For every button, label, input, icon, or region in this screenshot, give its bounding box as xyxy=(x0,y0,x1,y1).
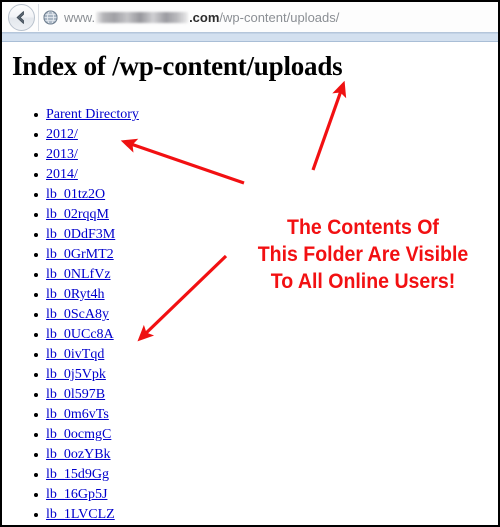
list-item: lb_0ScA8y xyxy=(30,305,139,325)
annotation-line-1: The Contents Of xyxy=(287,216,439,239)
page-title: Index of /wp-content/uploads xyxy=(12,51,343,81)
list-item: lb_16Gp5J xyxy=(30,485,139,505)
file-link[interactable]: lb_15d9Gg xyxy=(46,467,109,482)
list-item: lb_01tz2O xyxy=(30,185,139,205)
list-item: lb_0GrMT2 xyxy=(30,245,139,265)
list-item: 2013/ xyxy=(30,145,139,165)
list-item: lb_0UCc8A xyxy=(30,325,139,345)
annotation-text: The Contents Of This Folder Are Visible … xyxy=(243,214,483,295)
file-link[interactable]: lb_0ivTqd xyxy=(46,347,104,362)
list-item: lb_0l597B xyxy=(30,385,139,405)
list-item: lb_15d9Gg xyxy=(30,465,139,485)
arrow-to-file-links xyxy=(137,254,228,342)
url-host-redacted xyxy=(96,12,189,23)
list-item: 2014/ xyxy=(30,165,139,185)
back-button[interactable] xyxy=(8,4,35,31)
file-link[interactable]: lb_0ScA8y xyxy=(46,307,109,322)
list-item: lb_02rqqM xyxy=(30,205,139,225)
list-item: lb_0m6vTs xyxy=(30,405,139,425)
file-link[interactable]: lb_0l597B xyxy=(46,387,105,402)
file-link[interactable]: lb_0m6vTs xyxy=(46,407,109,422)
directory-listing: Parent Directory 2012/ 2013/ 2014/ lb_01… xyxy=(30,105,139,525)
arrow-to-year-folders xyxy=(120,138,245,185)
browser-screenshot: www. .com/wp-content/uploads/ Index of /w… xyxy=(0,0,500,527)
arrow-to-title xyxy=(311,80,347,171)
file-link[interactable]: lb_0NLfVz xyxy=(46,267,111,282)
arrow-left-icon xyxy=(16,11,24,24)
url-prefix: www. xyxy=(64,10,96,25)
file-link[interactable]: lb_0GrMT2 xyxy=(46,247,114,262)
address-bar-divider xyxy=(38,4,39,31)
file-link[interactable]: lb_01tz2O xyxy=(46,187,105,202)
list-item: lb_0ocmgC xyxy=(30,425,139,445)
url-text[interactable]: www. .com/wp-content/uploads/ xyxy=(64,9,339,27)
list-item: Parent Directory xyxy=(30,105,139,125)
file-link[interactable]: lb_16Gp5J xyxy=(46,487,107,502)
file-link[interactable]: lb_0UCc8A xyxy=(46,327,114,342)
directory-link[interactable]: 2014/ xyxy=(46,167,78,182)
url-path: /wp-content/uploads/ xyxy=(219,10,340,25)
address-bar[interactable]: www. .com/wp-content/uploads/ xyxy=(2,2,498,33)
toolbar-strip xyxy=(2,33,498,42)
list-item: lb_1LVCLZ xyxy=(30,505,139,525)
globe-icon xyxy=(43,10,58,25)
file-link[interactable]: lb_0DdF3M xyxy=(46,227,115,242)
file-link[interactable]: lb_02rqqM xyxy=(46,207,109,222)
directory-link[interactable]: 2013/ xyxy=(46,147,78,162)
file-link[interactable]: lb_1LVCLZ xyxy=(46,507,115,522)
annotation-line-3: To All Online Users! xyxy=(270,270,456,293)
browser-chrome: www. .com/wp-content/uploads/ xyxy=(2,2,498,42)
list-item: lb_0ozYBk xyxy=(30,445,139,465)
annotation-line-2: This Folder Are Visible xyxy=(257,243,469,266)
file-link[interactable]: lb_0Ryt4h xyxy=(46,287,105,302)
page-content: Index of /wp-content/uploads Parent Dire… xyxy=(2,42,498,525)
list-item: lb_0DdF3M xyxy=(30,225,139,245)
list-item: lb_0j5Vpk xyxy=(30,365,139,385)
list-item: 2012/ xyxy=(30,125,139,145)
list-item: lb_0Ryt4h xyxy=(30,285,139,305)
directory-link[interactable]: 2012/ xyxy=(46,127,78,142)
file-link[interactable]: lb_0ozYBk xyxy=(46,447,111,462)
file-link[interactable]: lb_0j5Vpk xyxy=(46,367,106,382)
url-tld: .com xyxy=(189,10,220,25)
list-item: lb_0ivTqd xyxy=(30,345,139,365)
file-link[interactable]: lb_0ocmgC xyxy=(46,427,111,442)
directory-link[interactable]: Parent Directory xyxy=(46,107,139,122)
list-item: lb_0NLfVz xyxy=(30,265,139,285)
